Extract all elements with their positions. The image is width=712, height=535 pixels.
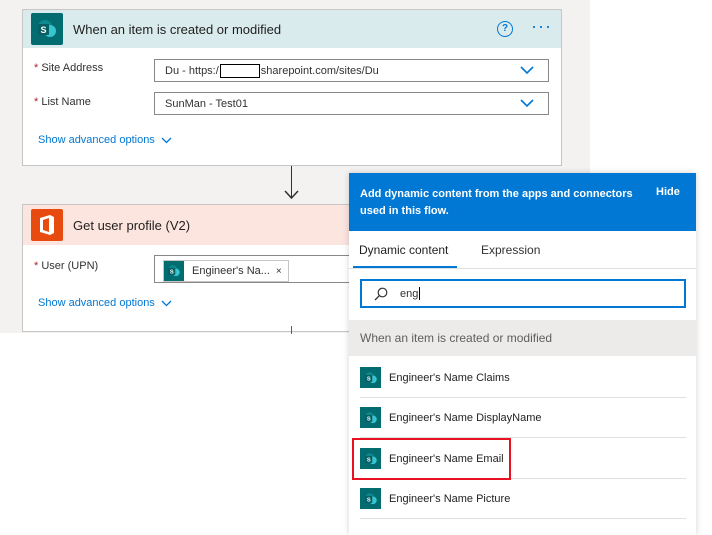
text-cursor [419, 287, 421, 300]
group-header: When an item is created or modified [349, 320, 696, 356]
sharepoint-icon: S [360, 488, 381, 509]
sharepoint-icon: S [360, 367, 381, 388]
svg-text:S: S [366, 416, 370, 422]
action-card: Get user profile (V2) * User (UPN) S Eng… [22, 204, 362, 332]
advanced-label: Show advanced options [38, 134, 155, 146]
advanced-label: Show advanced options [38, 297, 155, 309]
hide-button[interactable]: Hide [656, 186, 680, 198]
user-upn-field[interactable]: S Engineer's Na... × [154, 255, 354, 283]
item-label: Engineer's Name DisplayName [389, 411, 542, 424]
chevron-down-icon [161, 137, 172, 143]
remove-token-icon[interactable]: × [276, 266, 288, 277]
action-title: Get user profile (V2) [73, 217, 191, 233]
chevron-down-icon[interactable] [520, 99, 534, 108]
list-name-dropdown[interactable]: SunMan - Test01 [154, 92, 549, 115]
tab-dynamic-content[interactable]: Dynamic content [359, 243, 448, 257]
action-card-header[interactable]: Get user profile (V2) [23, 205, 362, 245]
highlight-box [352, 438, 511, 480]
svg-text:S: S [366, 376, 370, 382]
dynamic-content-panel: Add dynamic content from the apps and co… [349, 173, 696, 535]
chevron-down-icon[interactable] [520, 66, 534, 75]
site-address-suffix: sharepoint.com/sites/Du [260, 64, 379, 77]
tab-expression[interactable]: Expression [481, 243, 540, 257]
list-item[interactable]: S Engineer's Name Picture [360, 479, 686, 519]
search-icon [374, 287, 388, 300]
sharepoint-icon: S [360, 407, 381, 428]
svg-text:S: S [40, 25, 46, 35]
search-input[interactable]: eng [360, 279, 686, 308]
list-name-value: SunMan - Test01 [165, 97, 248, 110]
search-value: eng [400, 287, 419, 300]
token-label: Engineer's Na... [192, 265, 270, 277]
arrow-down-icon [284, 190, 299, 200]
show-advanced-options-link[interactable]: Show advanced options [38, 134, 172, 146]
sharepoint-icon: S [164, 261, 184, 281]
panel-header-text: Add dynamic content from the apps and co… [360, 188, 633, 217]
chevron-down-icon [161, 300, 172, 306]
redaction-box [219, 63, 260, 78]
user-upn-label: * User (UPN) [34, 260, 99, 272]
svg-text:S: S [366, 497, 370, 503]
show-advanced-options-link[interactable]: Show advanced options [38, 297, 172, 309]
list-name-label: * List Name [34, 96, 91, 108]
site-address-dropdown[interactable]: Du - https:/ sharepoint.com/sites/Du [154, 59, 549, 82]
svg-text:S: S [170, 270, 174, 276]
item-label: Engineer's Name Picture [389, 492, 511, 505]
help-icon[interactable]: ? [497, 21, 513, 37]
list-item[interactable]: S Engineer's Name Claims [360, 358, 686, 398]
panel-header: Add dynamic content from the apps and co… [349, 173, 696, 231]
more-options-icon[interactable]: ··· [531, 16, 552, 37]
sharepoint-icon: S [31, 13, 63, 45]
office365-icon [31, 209, 63, 241]
item-label: Engineer's Name Claims [389, 371, 510, 384]
trigger-title: When an item is created or modified [73, 21, 282, 37]
trigger-card-header[interactable]: S When an item is created or modified ? … [23, 10, 561, 48]
site-address-prefix: Du - https:/ [165, 64, 219, 77]
list-item[interactable]: S Engineer's Name DisplayName [360, 398, 686, 438]
trigger-card: S When an item is created or modified ? … [22, 9, 562, 166]
site-address-label: * Site Address [34, 62, 104, 74]
connector-line [291, 326, 292, 334]
divider [349, 268, 696, 269]
dynamic-token[interactable]: S Engineer's Na... × [163, 260, 289, 282]
